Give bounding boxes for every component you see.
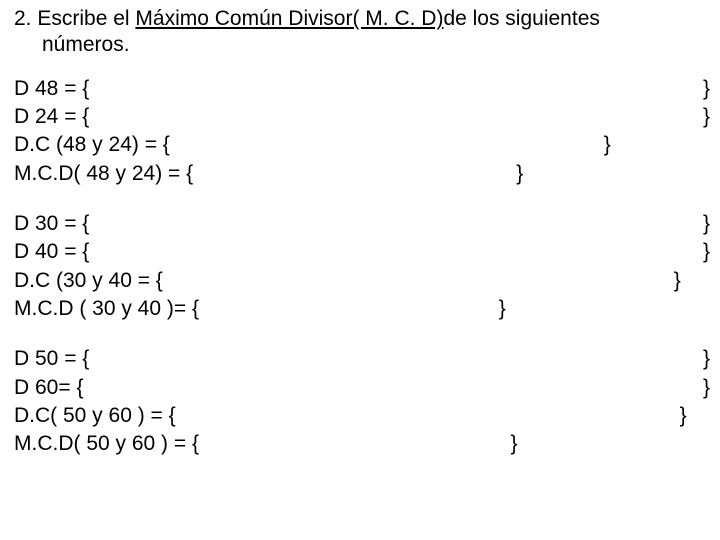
row-label: D 50 = { [14, 345, 89, 373]
heading-line2: números. [14, 32, 710, 58]
row-label: D 60= { [14, 374, 83, 402]
row-pad [611, 131, 710, 159]
divisor-row: D 30 = { } [14, 210, 710, 238]
row-pad [687, 402, 710, 430]
row-close-brace: } [703, 238, 710, 266]
divisor-row: D 48 = { } [14, 75, 710, 103]
problem-block: D 48 = { } D 24 = { } D.C (48 y 24) = { … [14, 75, 710, 188]
heading-pre: Escribe el [37, 7, 135, 30]
problem-block: D 50 = { } D 60= { } D.C( 50 y 60 ) = { … [14, 345, 710, 458]
row-pad [517, 430, 710, 458]
mcd-row: M.C.D( 48 y 24) = { } [14, 160, 710, 188]
row-close-brace: } [703, 210, 710, 238]
common-divisor-row: D.C (30 y 40 = { } [14, 267, 710, 295]
row-label: M.C.D( 48 y 24) = { [14, 160, 193, 188]
problem-block: D 30 = { } D 40 = { } D.C (30 y 40 = { }… [14, 210, 710, 323]
mcd-row: M.C.D ( 30 y 40 )= { } [14, 295, 710, 323]
worksheet-page: 2. Escribe el Máximo Común Divisor( M. C… [0, 0, 720, 491]
row-label: D.C (48 y 24) = { [14, 131, 170, 159]
row-close-brace: } [680, 402, 687, 430]
row-label: D.C( 50 y 60 ) = { [14, 402, 176, 430]
row-label: D 30 = { [14, 210, 89, 238]
row-label: M.C.D ( 30 y 40 )= { [14, 295, 199, 323]
row-close-brace: } [703, 103, 710, 131]
row-close-brace: } [499, 295, 506, 323]
row-pad [681, 267, 710, 295]
heading-post: de los siguientes [443, 7, 599, 30]
row-close-brace: } [510, 430, 517, 458]
row-close-brace: } [604, 131, 611, 159]
divisor-row: D 24 = { } [14, 103, 710, 131]
heading-term: Máximo Común Divisor( M. C. D) [135, 7, 443, 30]
exercise-heading: 2. Escribe el Máximo Común Divisor( M. C… [14, 6, 710, 59]
divisor-row: D 40 = { } [14, 238, 710, 266]
row-label: M.C.D( 50 y 60 ) = { [14, 430, 199, 458]
common-divisor-row: D.C( 50 y 60 ) = { } [14, 402, 710, 430]
heading-number: 2. [14, 7, 37, 30]
row-label: D 24 = { [14, 103, 89, 131]
row-pad [523, 160, 710, 188]
row-close-brace: } [703, 345, 710, 373]
row-close-brace: } [703, 374, 710, 402]
common-divisor-row: D.C (48 y 24) = { } [14, 131, 710, 159]
row-label: D 40 = { [14, 238, 89, 266]
mcd-row: M.C.D( 50 y 60 ) = { } [14, 430, 710, 458]
divisor-row: D 60= { } [14, 374, 710, 402]
row-pad [506, 295, 710, 323]
row-close-brace: } [516, 160, 523, 188]
row-close-brace: } [674, 267, 681, 295]
divisor-row: D 50 = { } [14, 345, 710, 373]
row-label: D 48 = { [14, 75, 89, 103]
row-close-brace: } [703, 75, 710, 103]
row-label: D.C (30 y 40 = { [14, 267, 163, 295]
